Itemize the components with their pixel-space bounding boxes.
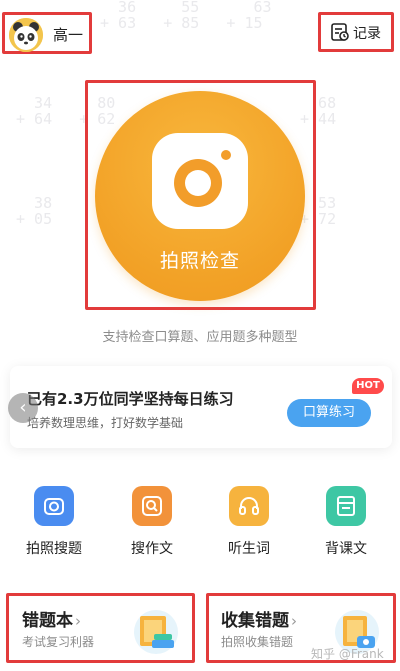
practice-subtitle: 培养数理思维，打好数学基础 [27,416,184,430]
notebook-illustration-icon [134,610,178,654]
feature-label: 听生词 [228,541,270,557]
mistakes-notebook-title[interactable]: 错题本 › [22,606,81,631]
hot-badge: HOT [352,378,384,394]
feature-listen-words[interactable]: 听生词 [209,486,289,558]
headphones-icon [229,486,269,526]
banner-prev-arrow[interactable]: ‹ [8,393,38,423]
record-label[interactable]: 记录 [353,23,381,43]
book-icon [326,486,366,526]
avatar[interactable] [9,18,43,52]
mistakes-notebook-subtitle: 考试复习利器 [22,635,95,649]
oral-practice-button[interactable]: 口算练习 [287,399,371,427]
feature-recite-text[interactable]: 背课文 [306,486,386,558]
chevron-right-icon: › [291,612,297,630]
mistakes-notebook-label: 错题本 [22,611,73,631]
feature-label: 背课文 [325,541,367,557]
record-icon [331,23,349,41]
camera-icon [152,133,248,229]
panda-avatar-icon [9,18,43,52]
watermark: 知乎 @Frank [311,647,384,661]
support-description: 支持检查口算题、应用题多种题型 [102,330,298,345]
camera-icon [34,486,74,526]
feature-label: 拍照搜题 [26,541,82,557]
feature-photo-search[interactable]: 拍照搜题 [14,486,94,558]
collect-mistakes-label: 收集错题 [221,611,289,631]
collect-mistakes-title[interactable]: 收集错题 › [221,606,297,631]
photo-check-label[interactable]: 拍照检查 [95,246,305,273]
chevron-right-icon: › [75,612,81,630]
practice-title: 已有2.3万位同学坚持每日练习 [27,390,234,408]
feature-search-essay[interactable]: 搜作文 [112,486,192,558]
grade-label[interactable]: 高一 [53,24,83,45]
feature-label: 搜作文 [131,541,173,557]
search-icon [132,486,172,526]
collect-mistakes-subtitle: 拍照收集错题 [221,635,294,649]
